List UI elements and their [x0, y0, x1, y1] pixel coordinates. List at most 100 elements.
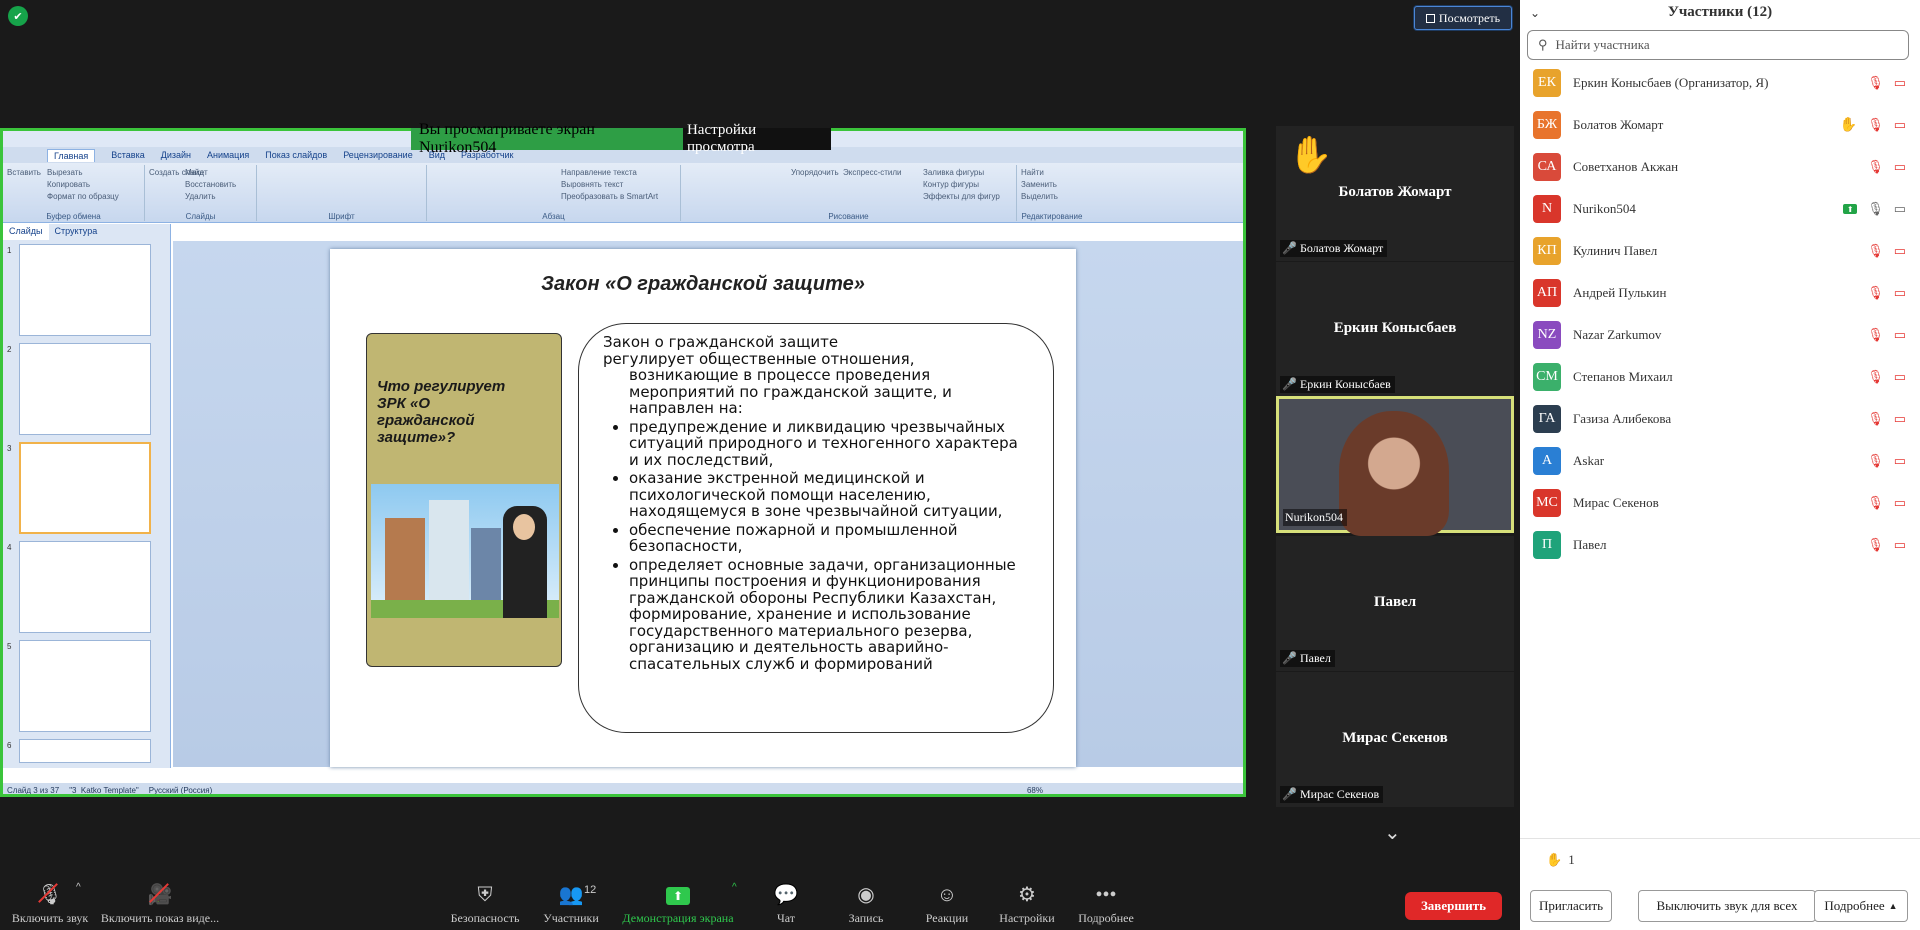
slide-thumbnail-selected[interactable]: [19, 442, 151, 534]
end-meeting-button[interactable]: Завершить: [1405, 892, 1502, 920]
participants-panel: ⌄ Участники (12) ⚲ Найти участника ЕК Ерк…: [1520, 0, 1920, 930]
slides-pane-tab[interactable]: Слайды: [3, 224, 49, 240]
participant-row[interactable]: СМ Степанов Михаил 🎙 ▭: [1520, 356, 1920, 398]
raised-hands-count-value: 1: [1568, 852, 1575, 867]
avatar: МС: [1533, 489, 1561, 517]
participants-icon: 👥: [558, 884, 584, 906]
participant-row[interactable]: СА Советханов Акжан 🎙 ▭: [1520, 146, 1920, 188]
ppt-tab[interactable]: Рецензирование: [343, 150, 413, 160]
slide-thumbnail[interactable]: [19, 541, 151, 633]
align-text-button[interactable]: Выровнять текст: [561, 179, 676, 191]
participant-row[interactable]: АП Андрей Пулькин 🎙 ▭: [1520, 272, 1920, 314]
divider: [1520, 838, 1920, 839]
shape-effects-button[interactable]: Эффекты для фигур: [923, 191, 1012, 203]
tile-label-text: Nurikon504: [1285, 510, 1343, 524]
start-video-button[interactable]: 🎥 Включить показ виде...: [100, 878, 220, 930]
slide-thumbnail[interactable]: [19, 739, 151, 763]
slide-number: 5: [7, 642, 12, 651]
outline-pane-tab[interactable]: Структура: [49, 224, 104, 240]
select-button[interactable]: Выделить: [1021, 191, 1083, 203]
ppt-status-bar: Слайд 3 из 37 "3_Katko Template" Русский…: [3, 783, 1243, 795]
status-zoom[interactable]: 68%: [1027, 786, 1243, 795]
tile-name: Болатов Жомарт: [1338, 184, 1452, 200]
gear-icon: ⚙: [1018, 884, 1036, 906]
participant-row[interactable]: П Павел 🎙 ▭: [1520, 524, 1920, 566]
participant-row[interactable]: ЕК Еркин Конысбаев (Организатор, Я) 🎙 ▭: [1520, 62, 1920, 104]
participant-name: Nurikon504: [1573, 201, 1636, 216]
tile-name: Павел: [1373, 594, 1417, 610]
settings-button[interactable]: ⚙ Настройки: [996, 878, 1058, 930]
mic-muted-icon: 🎙: [1867, 537, 1884, 552]
video-tile[interactable]: Еркин Конысбаев 🎤 Еркин Конысбаев: [1276, 262, 1514, 397]
chat-icon: 💬: [773, 884, 799, 906]
participant-row[interactable]: A Askar 🎙 ▭: [1520, 440, 1920, 482]
participant-name: Болатов Жомарт: [1573, 117, 1664, 132]
format-painter-button[interactable]: Формат по образцу: [7, 191, 140, 203]
slide-thumbnail[interactable]: [19, 640, 151, 732]
participants-count-badge: 12: [584, 884, 597, 896]
security-button[interactable]: ⛨ Безопасность: [450, 878, 520, 930]
reactions-button[interactable]: ☺ Реакции: [922, 878, 972, 930]
shared-screen[interactable]: Главная Вставка Дизайн Анимация Показ сл…: [0, 128, 1246, 797]
participant-search-input[interactable]: ⚲ Найти участника: [1527, 30, 1909, 60]
mic-icon: 🎙: [1867, 201, 1884, 216]
ppt-tab[interactable]: Анимация: [207, 150, 249, 160]
shape-outline-button[interactable]: Контур фигуры: [923, 179, 1012, 191]
ppt-tab[interactable]: Главная: [47, 148, 96, 162]
record-button[interactable]: ◉ Запись: [844, 878, 888, 930]
delete-button[interactable]: Удалить: [149, 191, 252, 203]
find-button[interactable]: Найти: [1021, 167, 1083, 179]
participant-video: [1339, 411, 1449, 536]
font-caption: Шрифт: [328, 212, 355, 221]
replace-button[interactable]: Заменить: [1021, 179, 1083, 191]
participant-status-icons: 🎙 ▭: [1867, 453, 1906, 469]
chevron-up-icon[interactable]: ^: [76, 882, 81, 893]
search-placeholder: Найти участника: [1555, 37, 1650, 52]
slide-thumbnail[interactable]: [19, 343, 151, 435]
chevron-up-icon[interactable]: ^: [732, 882, 737, 893]
video-tile[interactable]: ✋ Болатов Жомарт 🎤 Болатов Жомарт: [1276, 126, 1514, 261]
viewing-label: Вы просматриваете экран Nurikon504: [419, 121, 595, 156]
video-tile-active-speaker[interactable]: Nurikon504: [1276, 396, 1514, 536]
participant-row[interactable]: МС Мирас Секенов 🎙 ▭: [1520, 482, 1920, 524]
clipboard-group: Вставить Вырезать Копировать Формат по о…: [3, 165, 145, 221]
slide-textbox: Закон о гражданской защите регулирует об…: [578, 323, 1054, 733]
invite-button[interactable]: Пригласить: [1530, 890, 1612, 922]
video-tile[interactable]: Павел 🎤 Павел: [1276, 536, 1514, 671]
participant-name: Газиза Алибекова: [1573, 411, 1672, 426]
avatar: A: [1533, 447, 1561, 475]
more-button[interactable]: ••• Подробнее: [1076, 878, 1136, 930]
participant-row[interactable]: БЖ Болатов Жомарт ✋ 🎙 ▭: [1520, 104, 1920, 146]
copy-button[interactable]: Копировать: [7, 179, 140, 191]
slide-number: 4: [7, 543, 12, 552]
ppt-tab[interactable]: Вставка: [111, 150, 144, 160]
shape-fill-button[interactable]: Заливка фигуры: [923, 167, 1012, 179]
ppt-tab[interactable]: Показ слайдов: [265, 150, 327, 160]
participant-row[interactable]: NZ Nazar Zarkumov 🎙 ▭: [1520, 314, 1920, 356]
smartart-button[interactable]: Преобразовать в SmartArt: [561, 191, 676, 203]
camera-off-icon: ▭: [1893, 537, 1906, 552]
view-options-button[interactable]: Посмотреть: [1414, 6, 1512, 30]
reset-button[interactable]: Восстановить: [149, 179, 252, 191]
more-options-button[interactable]: Подробнее ▲: [1814, 890, 1908, 922]
ppt-tab[interactable]: Дизайн: [161, 150, 191, 160]
share-screen-button[interactable]: ⬆ Демонстрация экрана: [620, 878, 736, 930]
video-tile[interactable]: Мирас Секенов 🎤 Мирас Секенов: [1276, 672, 1514, 807]
participant-row[interactable]: КП Кулинич Павел 🎙 ▭: [1520, 230, 1920, 272]
mute-all-button[interactable]: Выключить звук для всех: [1638, 890, 1816, 922]
view-settings-button[interactable]: Настройки просмотра: [682, 122, 831, 155]
security-shield-icon[interactable]: ✔: [8, 6, 28, 26]
security-label: Безопасность: [450, 911, 520, 925]
text-direction-button[interactable]: Направление текста: [561, 167, 676, 179]
participant-row[interactable]: ГА Газиза Алибекова 🎙 ▭: [1520, 398, 1920, 440]
participant-name: Мирас Секенов: [1573, 495, 1659, 510]
chevron-down-icon[interactable]: ⌄: [1384, 820, 1401, 845]
camera-off-icon: ▭: [1893, 243, 1906, 258]
buildings-illustration: [371, 484, 559, 618]
participant-row[interactable]: N Nurikon504 ⬆ 🎙 ▭: [1520, 188, 1920, 230]
mic-muted-icon: 🎙: [1867, 75, 1884, 90]
slide-thumbnail[interactable]: [19, 244, 151, 336]
chat-button[interactable]: 💬 Чат: [766, 878, 806, 930]
tile-label-text: Еркин Конысбаев: [1299, 377, 1391, 391]
more-label: Подробнее: [1078, 911, 1134, 925]
